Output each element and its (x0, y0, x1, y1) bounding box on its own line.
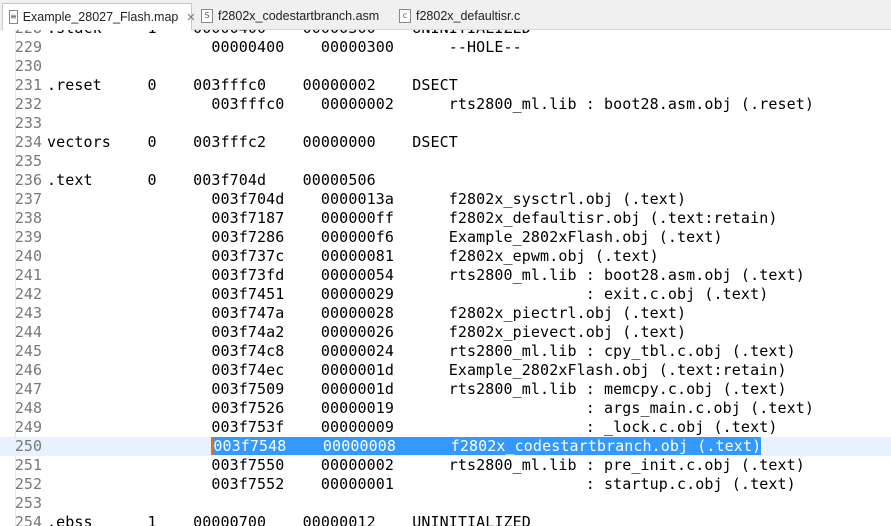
line-number: 249 (14, 418, 42, 436)
line-number: 241 (14, 266, 42, 284)
editor-line[interactable]: 248 003f7526 00000019 : args_main.c.obj … (0, 399, 891, 418)
line-text: vectors 0 003fffc2 00000000 DSECT (47, 133, 458, 151)
editor-line[interactable]: 228 .stack 1 00000400 00000300 UNINITIALI… (0, 30, 891, 38)
editor-line[interactable]: 232 003fffc0 00000002 rts2800_ml.lib : b… (0, 95, 891, 114)
line-number: 251 (14, 456, 42, 474)
tab-defaultisr-c[interactable]: c f2802x_defaultisr.c (393, 3, 526, 29)
editor-line[interactable]: 250 003f7548 00000008 f2802x_codestartbr… (0, 437, 891, 456)
line-number: 250 (14, 437, 42, 455)
line-text: 003f704d 0000013a f2802x_sysctrl.obj (.t… (47, 190, 687, 208)
editor-line[interactable]: 240 003f737c 00000081 f2802x_epwm.obj (.… (0, 247, 891, 266)
editor-line[interactable]: 254 .ebss 1 00000700 00000012 UNINITIALIZ… (0, 513, 891, 526)
line-text: 003f7552 00000001 : startup.c.obj (.text… (47, 475, 796, 493)
editor-line[interactable]: 234 vectors 0 003fffc2 00000000 DSECT (0, 133, 891, 152)
line-text: .stack 1 00000400 00000300 UNINITIALIZED (47, 30, 531, 38)
editor-lines: 228 .stack 1 00000400 00000300 UNINITIALI… (0, 30, 891, 526)
tab-label: f2802x_defaultisr.c (416, 9, 521, 23)
line-number: 247 (14, 380, 42, 398)
editor-line[interactable]: 237 003f704d 0000013a f2802x_sysctrl.obj… (0, 190, 891, 209)
line-number: 252 (14, 475, 42, 493)
line-number: 248 (14, 399, 42, 417)
editor-line[interactable]: 247 003f7509 0000001d rts2800_ml.lib : m… (0, 380, 891, 399)
line-number: 245 (14, 342, 42, 360)
line-text: 003f7526 00000019 : args_main.c.obj (.te… (47, 399, 814, 417)
line-number: 240 (14, 247, 42, 265)
text-file-icon: ≡ (9, 10, 18, 24)
editor-line[interactable]: 246 003f74ec 0000001d Example_2802xFlash… (0, 361, 891, 380)
line-text: 003f737c 00000081 f2802x_epwm.obj (.text… (47, 247, 659, 265)
line-text: 003f7509 0000001d rts2800_ml.lib : memcp… (47, 380, 787, 398)
line-text: .ebss 1 00000700 00000012 UNINITIALIZED (47, 513, 531, 526)
asm-file-icon: S (201, 9, 213, 23)
line-number: 228 (0, 30, 42, 38)
line-number: 230 (14, 57, 42, 75)
line-text: 00000400 00000300 --HOLE-- (47, 38, 522, 56)
tab-label: f2802x_codestartbranch.asm (218, 9, 380, 23)
line-number: 239 (14, 228, 42, 246)
line-number: 246 (14, 361, 42, 379)
line-text: 003f7451 00000029 : exit.c.obj (.text) (47, 285, 769, 303)
editor-line[interactable]: 252 003f7552 00000001 : startup.c.obj (.… (0, 475, 891, 494)
line-number: 254 (14, 513, 42, 526)
editor-line[interactable]: 241 003f73fd 00000054 rts2800_ml.lib : b… (0, 266, 891, 285)
editor-tab-bar: ≡ Example_28027_Flash.map ✕ S f2802x_cod… (0, 0, 891, 30)
line-text: 003f7187 000000ff f2802x_defaultisr.obj … (47, 209, 778, 227)
line-number: 231 (14, 76, 42, 94)
line-prefix (47, 437, 211, 455)
line-text: 003f74a2 00000026 f2802x_pievect.obj (.t… (47, 323, 687, 341)
line-text: 003f747a 00000028 f2802x_piectrl.obj (.t… (47, 304, 687, 322)
editor-line[interactable]: 230 (0, 57, 891, 76)
line-number: 243 (14, 304, 42, 322)
line-number: 229 (14, 38, 42, 56)
tab-example-map[interactable]: ≡ Example_28027_Flash.map ✕ (2, 3, 196, 30)
selected-text[interactable]: 003f7548 00000008 f2802x_codestartbranch… (211, 437, 762, 455)
editor-line[interactable]: 231 .reset 0 003fffc0 00000002 DSECT (0, 76, 891, 95)
editor-line[interactable]: 233 (0, 114, 891, 133)
editor-line[interactable]: 245 003f74c8 00000024 rts2800_ml.lib : c… (0, 342, 891, 361)
line-number: 235 (14, 152, 42, 170)
tab-codestartbranch-asm[interactable]: S f2802x_codestartbranch.asm (195, 3, 385, 29)
editor-line[interactable]: 253 (0, 494, 891, 513)
editor-line[interactable]: 238 003f7187 000000ff f2802x_defaultisr.… (0, 209, 891, 228)
line-text: 003f753f 00000009 : _lock.c.obj (.text) (47, 418, 778, 436)
editor-line[interactable]: 242 003f7451 00000029 : exit.c.obj (.tex… (0, 285, 891, 304)
line-number: 234 (14, 133, 42, 151)
line-number: 236 (14, 171, 42, 189)
line-text: 003fffc0 00000002 rts2800_ml.lib : boot2… (47, 95, 814, 113)
line-number: 238 (14, 209, 42, 227)
line-text: 003f7286 000000f6 Example_2802xFlash.obj… (47, 228, 723, 246)
editor-line[interactable]: 249 003f753f 00000009 : _lock.c.obj (.te… (0, 418, 891, 437)
editor-line[interactable]: 239 003f7286 000000f6 Example_2802xFlash… (0, 228, 891, 247)
line-text: 003f73fd 00000054 rts2800_ml.lib : boot2… (47, 266, 805, 284)
editor-line[interactable]: 235 (0, 152, 891, 171)
line-number: 244 (14, 323, 42, 341)
line-text: 003f74c8 00000024 rts2800_ml.lib : cpy_t… (47, 342, 796, 360)
editor-line[interactable]: 243 003f747a 00000028 f2802x_piectrl.obj… (0, 304, 891, 323)
line-number: 242 (14, 285, 42, 303)
line-text: 003f7548 00000008 f2802x_codestartbranch… (47, 437, 762, 456)
text-editor[interactable]: 228 .stack 1 00000400 00000300 UNINITIALI… (0, 30, 891, 526)
line-number: 232 (14, 95, 42, 113)
line-text: 003f74ec 0000001d Example_2802xFlash.obj… (47, 361, 787, 379)
editor-line[interactable]: 251 003f7550 00000002 rts2800_ml.lib : p… (0, 456, 891, 475)
line-number: 253 (14, 494, 42, 512)
line-number: 237 (14, 190, 42, 208)
line-text: .text 0 003f704d 00000506 (47, 171, 376, 189)
line-text: 003f7550 00000002 rts2800_ml.lib : pre_i… (47, 456, 805, 474)
tab-label: Example_28027_Flash.map (22, 10, 179, 24)
editor-line[interactable]: 236 .text 0 003f704d 00000506 (0, 171, 891, 190)
editor-line[interactable]: 229 00000400 00000300 --HOLE-- (0, 38, 891, 57)
editor-line[interactable]: 244 003f74a2 00000026 f2802x_pievect.obj… (0, 323, 891, 342)
c-file-icon: c (399, 9, 411, 23)
line-number: 233 (14, 114, 42, 132)
line-text: .reset 0 003fffc0 00000002 DSECT (47, 76, 458, 94)
